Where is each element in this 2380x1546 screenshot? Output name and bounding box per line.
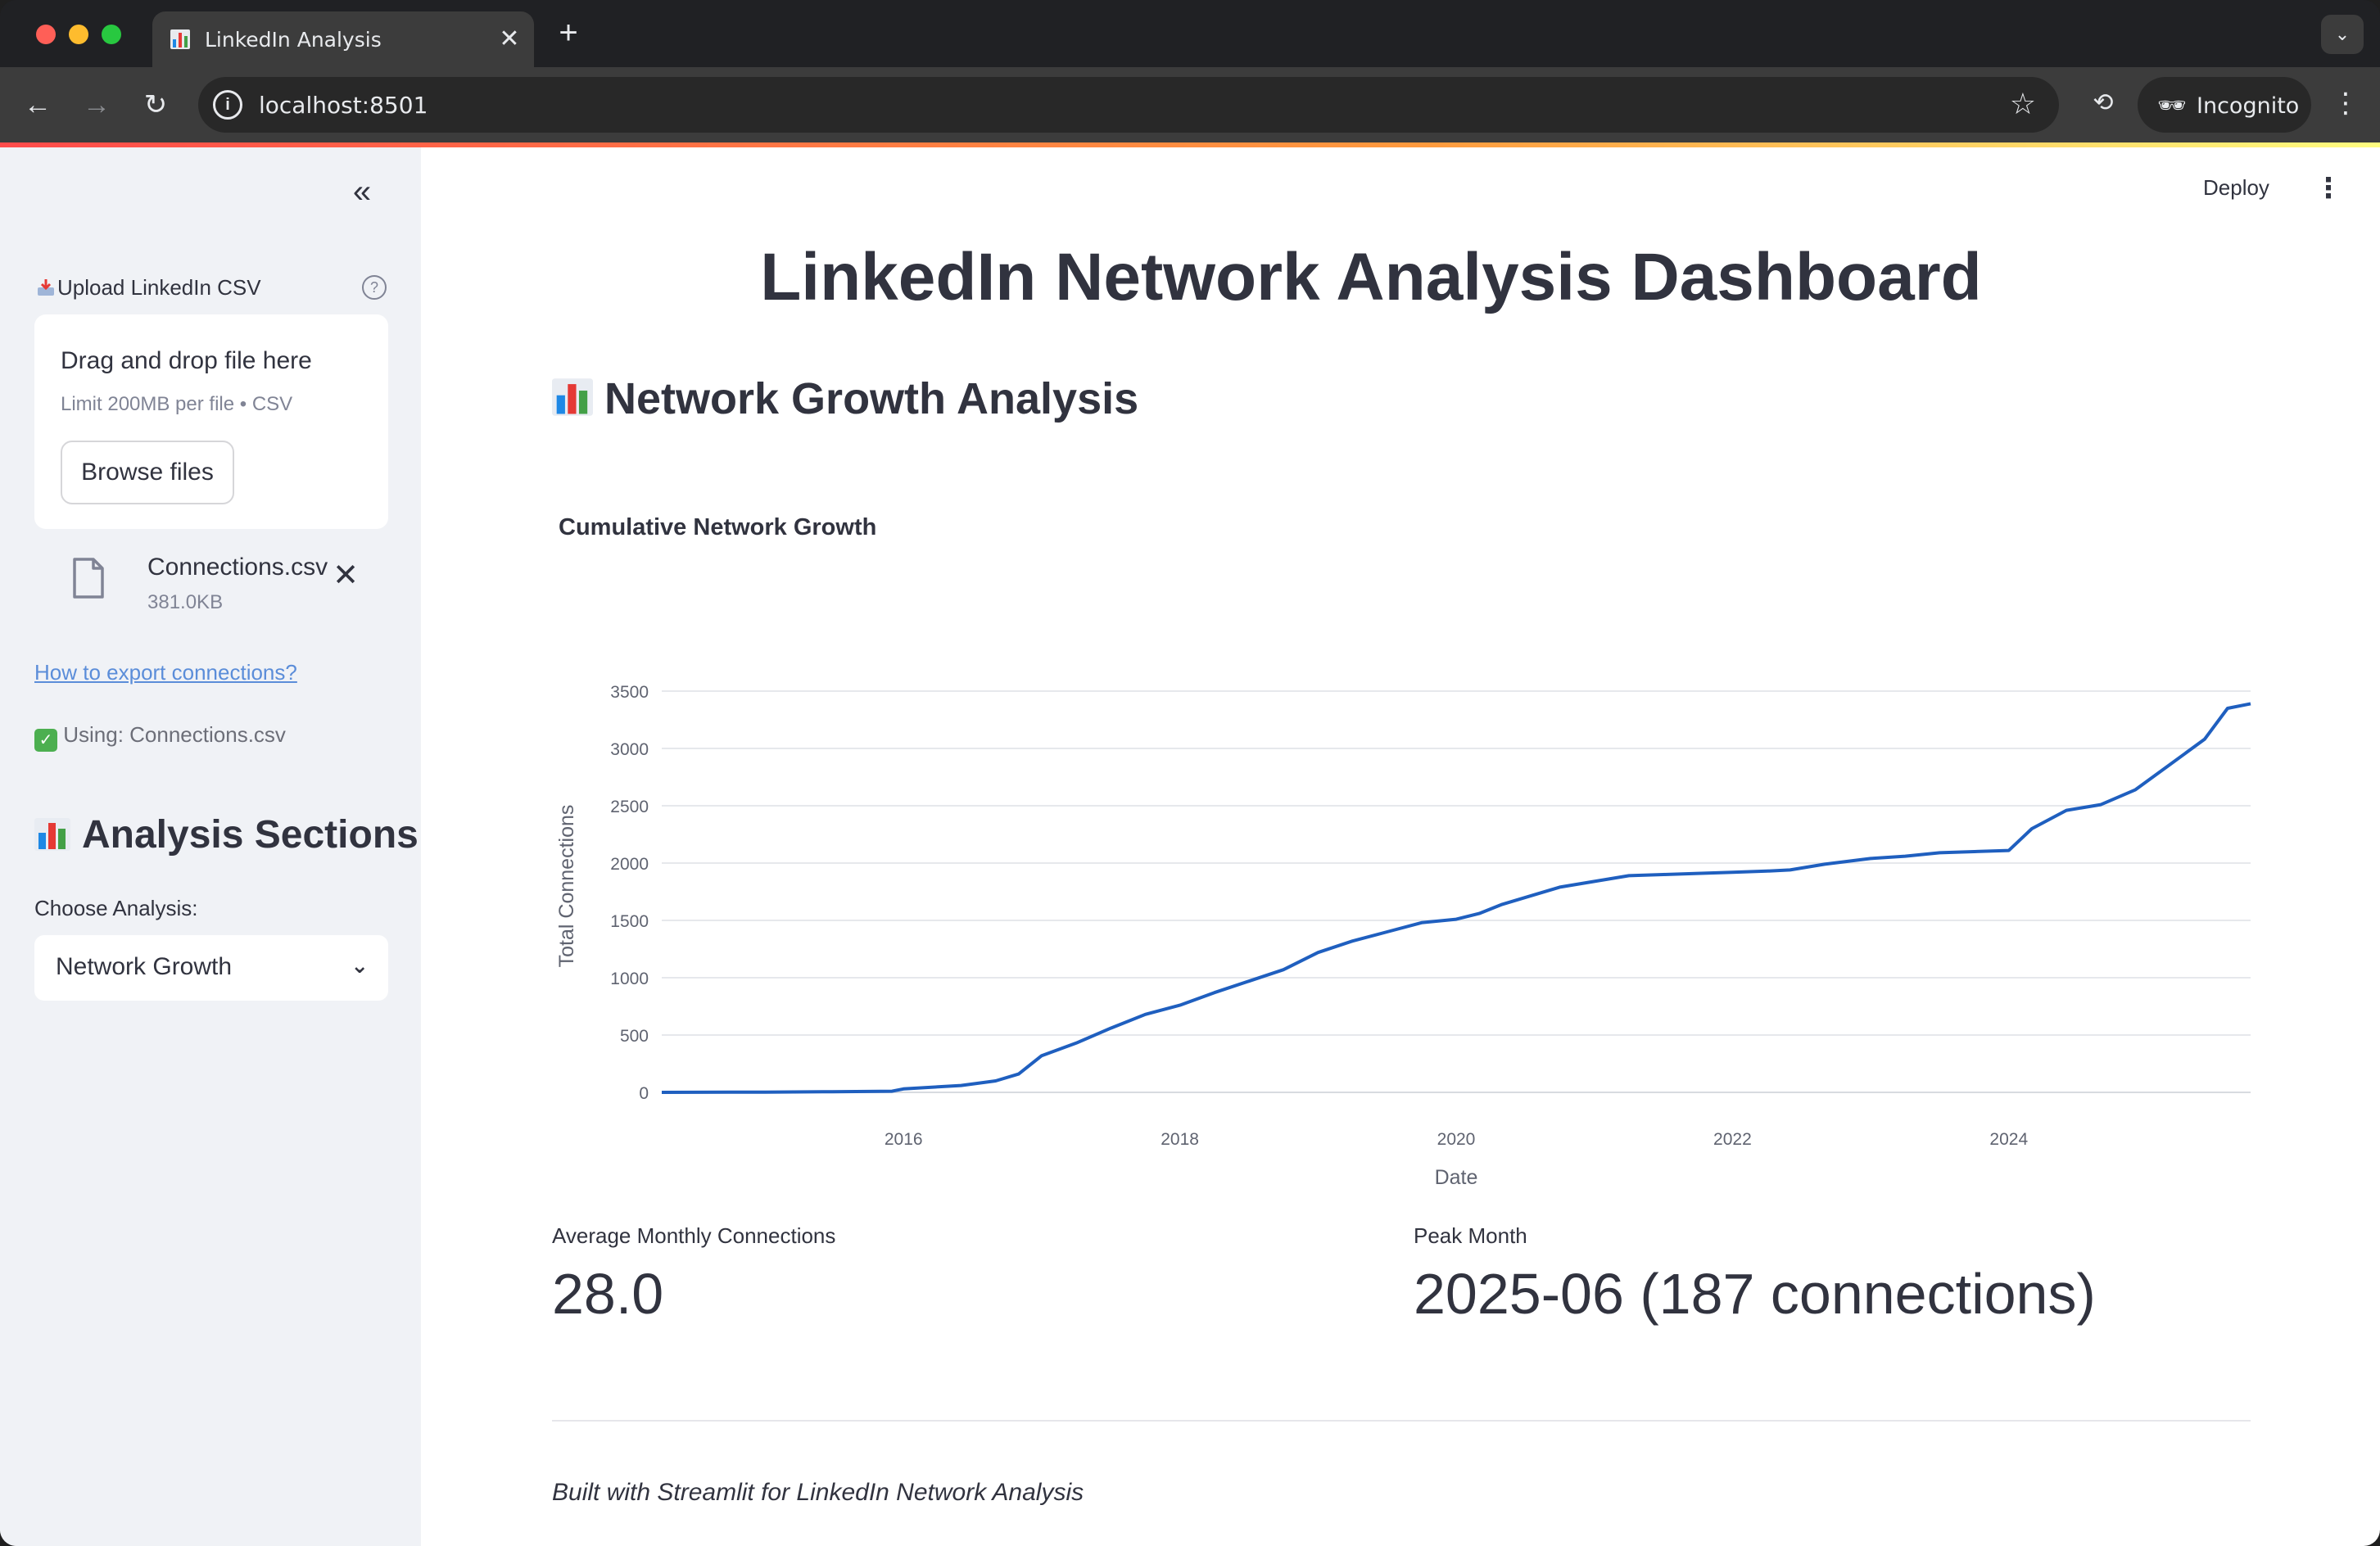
x-tick-label: 2018 [1161, 1130, 1199, 1149]
new-tab-icon[interactable]: + [550, 16, 586, 52]
x-tick-label: 2022 [1713, 1130, 1752, 1149]
chevron-down-icon: ⌄ [351, 953, 369, 978]
x-tick-label: 2016 [885, 1130, 923, 1149]
deploy-button[interactable]: Deploy [2203, 175, 2269, 201]
line-chart[interactable]: 0 500 1000 1500 2000 2500 3000 3500 2016 2018 2020… [541, 606, 2277, 1261]
file-icon [73, 558, 104, 599]
metric-value: 28.0 [552, 1262, 664, 1326]
page-title: LinkedIn Network Analysis Dashboard [760, 240, 1982, 314]
upload-label: Upload LinkedIn CSV [34, 275, 261, 301]
main-menu-icon[interactable]: ⋮ [2314, 172, 2342, 205]
y-tick-label: 0 [639, 1084, 649, 1103]
collapse-sidebar-icon[interactable]: « [344, 175, 380, 211]
tab-strip: LinkedIn Analysis ✕ + ⌄ [0, 0, 2380, 67]
using-file-status: ✓ Using: Connections.csv [34, 722, 286, 752]
section-heading: Network Growth Analysis [552, 373, 1138, 424]
app-page: « Upload LinkedIn CSV ? Drag and drop fi… [0, 147, 2380, 1546]
browser-tab[interactable]: LinkedIn Analysis ✕ [152, 11, 534, 67]
export-connections-link[interactable]: How to export connections? [34, 660, 297, 685]
chart-title: Cumulative Network Growth [559, 514, 877, 540]
incognito-label: Incognito [2197, 93, 2300, 119]
y-tick-label: 1500 [610, 912, 649, 931]
x-tick-label: 2024 [1989, 1130, 2028, 1149]
inbox-tray-icon [38, 279, 54, 296]
address-bar[interactable]: i localhost:8501 ☆ [198, 77, 2059, 133]
bar-chart-icon [170, 29, 190, 49]
upload-label-text: Upload LinkedIn CSV [57, 275, 261, 300]
analysis-sections-text: Analysis Sections [82, 813, 419, 857]
incognito-profile-button[interactable]: 🕶 Incognito [2138, 77, 2311, 133]
extension-icon[interactable]: ⟲ [2085, 85, 2121, 121]
bar-chart-icon [552, 378, 593, 416]
y-tick-label: 3000 [610, 740, 649, 759]
y-tick-label: 2000 [610, 855, 649, 874]
y-tick-label: 3500 [610, 683, 649, 702]
close-window-button[interactable] [36, 25, 56, 44]
metric-label: Peak Month [1414, 1223, 1527, 1248]
y-tick-label: 1000 [610, 970, 649, 988]
choose-analysis-label: Choose Analysis: [34, 896, 198, 920]
using-file-text: Using: Connections.csv [63, 722, 286, 747]
kebab-menu-icon[interactable]: ⋮ [2328, 85, 2364, 121]
y-tick-label: 2500 [610, 798, 649, 816]
analysis-sections-heading: Analysis Sections [34, 812, 419, 857]
close-tab-icon[interactable]: ✕ [495, 25, 524, 54]
tab-title: LinkedIn Analysis [205, 28, 382, 52]
dropzone-limit: Limit 200MB per file • CSV [61, 393, 293, 415]
file-name: Connections.csv [147, 554, 328, 581]
chevron-down-icon[interactable]: ⌄ [2321, 15, 2364, 54]
x-tick-label: 2020 [1437, 1130, 1476, 1149]
sidebar: « Upload LinkedIn CSV ? Drag and drop fi… [0, 147, 421, 1546]
file-dropzone[interactable]: Drag and drop file here Limit 200MB per … [34, 314, 388, 529]
analysis-select[interactable]: Network Growth ⌄ [34, 935, 388, 1001]
maximize-window-button[interactable] [102, 25, 121, 44]
bookmark-star-icon[interactable]: ☆ [2010, 87, 2036, 121]
site-info-icon[interactable]: i [213, 90, 242, 120]
divider [552, 1420, 2251, 1422]
x-axis-label: Date [1435, 1166, 1478, 1189]
file-size: 381.0KB [147, 591, 224, 613]
remove-file-icon[interactable]: ✕ [329, 560, 362, 593]
help-icon[interactable]: ? [362, 275, 387, 300]
back-arrow-icon[interactable]: ← [20, 87, 56, 123]
minimize-window-button[interactable] [69, 25, 88, 44]
reload-icon[interactable]: ↻ [138, 87, 174, 123]
bar-chart-icon [34, 818, 70, 851]
browser-toolbar: ← → ↻ i localhost:8501 ☆ ⟲ 🕶 Incognito ⋮ [0, 67, 2380, 142]
selected-analysis: Network Growth [56, 953, 233, 980]
forward-arrow-icon[interactable]: → [79, 87, 115, 123]
footer-text: Built with Streamlit for LinkedIn Networ… [552, 1479, 1084, 1506]
check-mark-icon: ✓ [34, 729, 57, 752]
series-line [661, 702, 2251, 1094]
y-tick-label: 500 [620, 1027, 649, 1046]
uploaded-file: Connections.csv 381.0KB ✕ [34, 549, 388, 622]
url-text[interactable]: localhost:8501 [259, 92, 428, 119]
metric-label: Average Monthly Connections [552, 1223, 836, 1248]
browser-window: LinkedIn Analysis ✕ + ⌄ ← → ↻ i localhos… [0, 0, 2380, 1546]
incognito-icon: 🕶 [2157, 93, 2187, 118]
section-heading-text: Network Growth Analysis [604, 374, 1139, 423]
dropzone-title: Drag and drop file here [61, 347, 312, 374]
y-axis-label: Total Connections [555, 805, 578, 968]
browse-files-button[interactable]: Browse files [61, 441, 234, 504]
metric-value: 2025-06 (187 connections) [1414, 1262, 2096, 1326]
